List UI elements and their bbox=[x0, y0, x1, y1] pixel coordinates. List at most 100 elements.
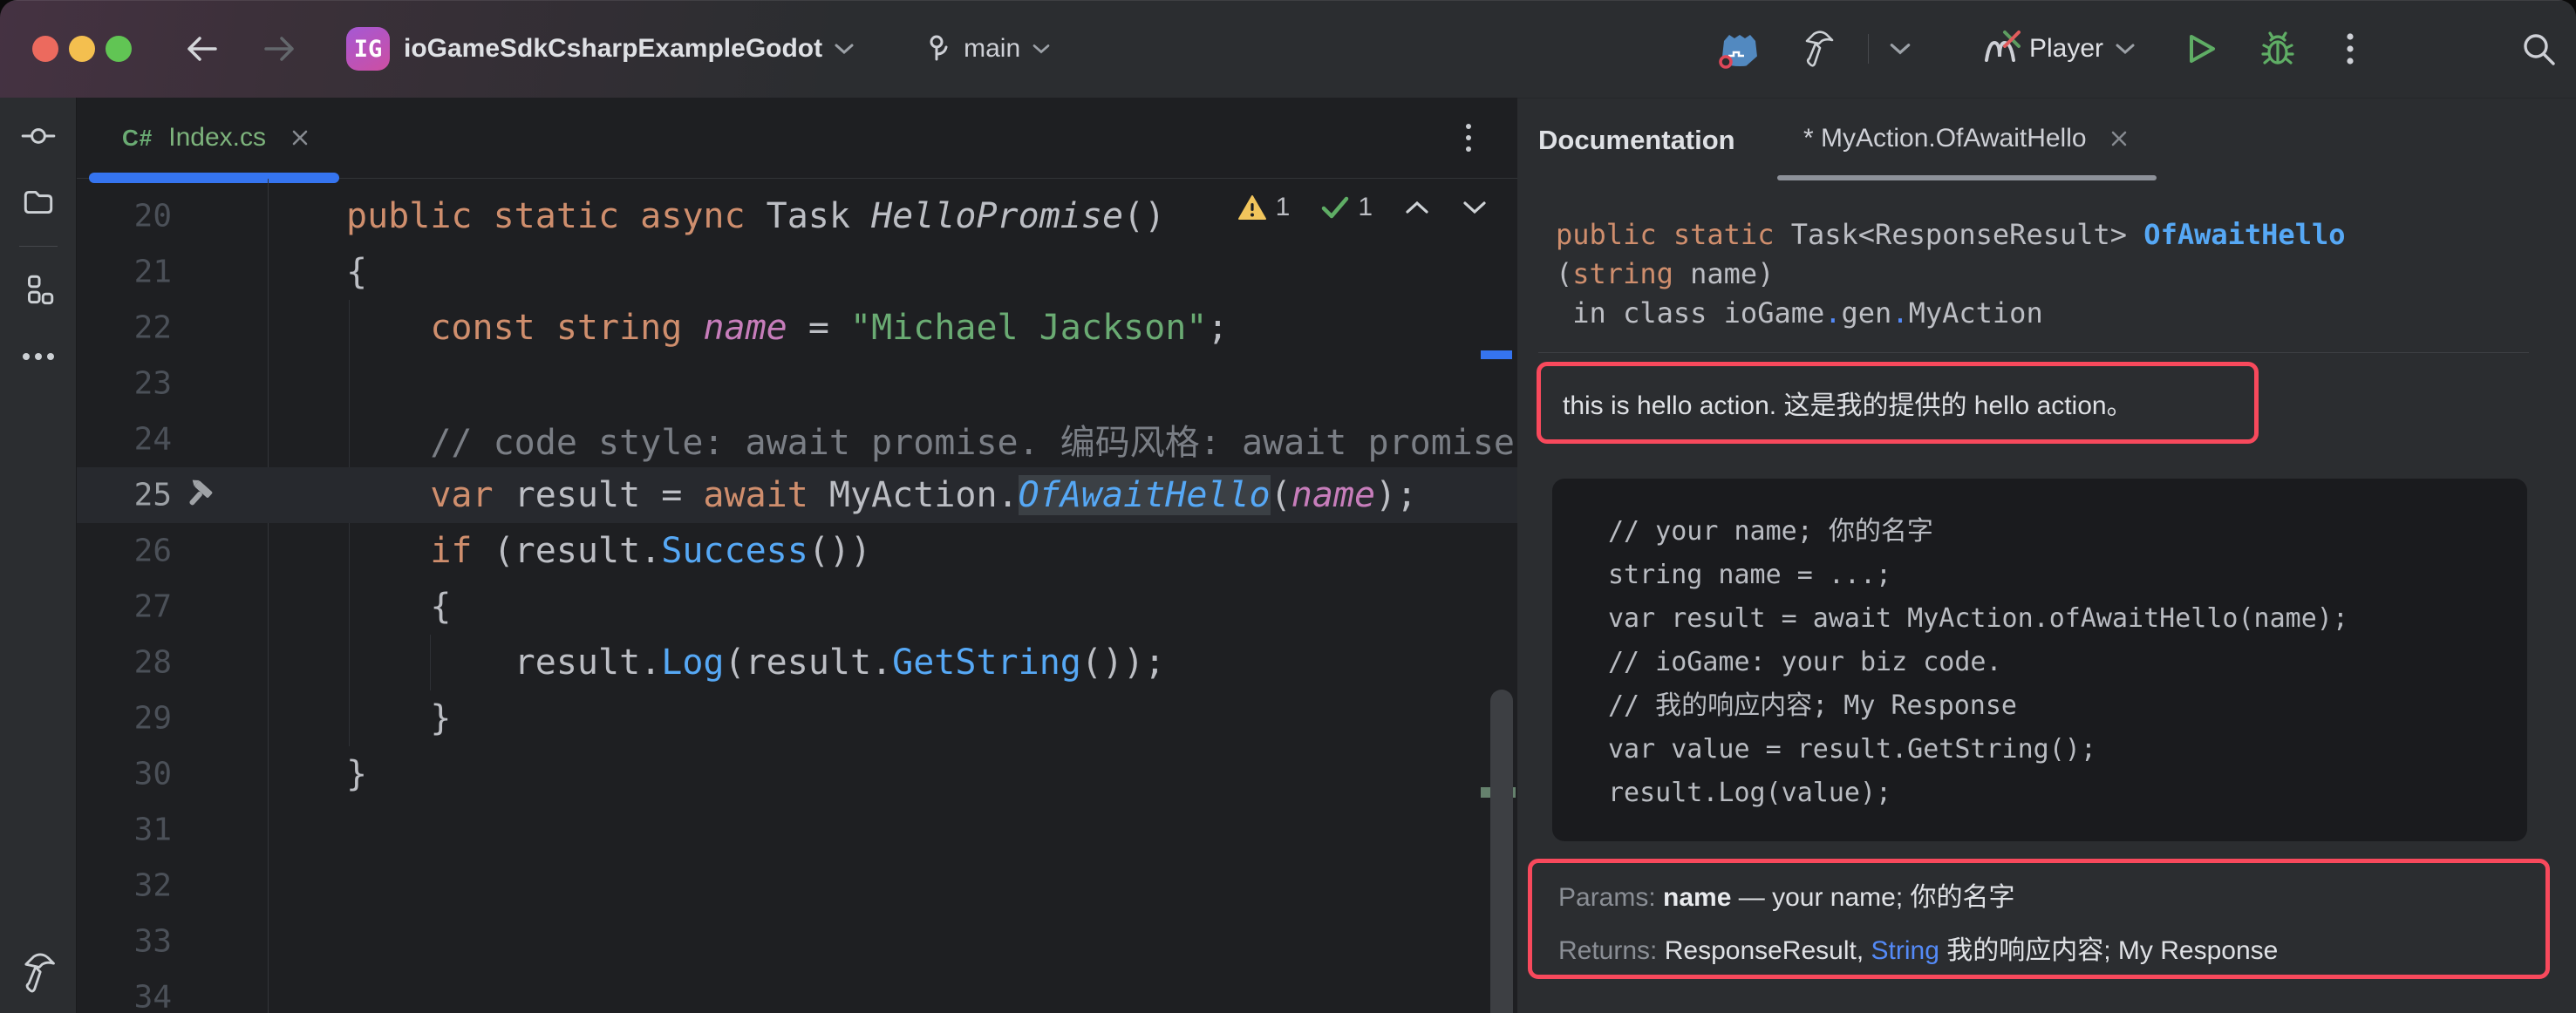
line-gutter: 34 bbox=[77, 969, 268, 1013]
line-number: 29 bbox=[134, 701, 172, 737]
code-token: string bbox=[1572, 257, 1673, 290]
code-token: (result. bbox=[724, 642, 892, 683]
doc-code-sample: // your name; 你的名字string name = ...; var … bbox=[1552, 479, 2527, 841]
search-everywhere-icon[interactable] bbox=[2520, 31, 2557, 67]
code-line[interactable]: 32 bbox=[77, 858, 1517, 914]
code-line[interactable]: 29 } bbox=[77, 690, 1517, 746]
code-text: } bbox=[268, 754, 367, 794]
more-actions-kebab-icon[interactable] bbox=[2346, 30, 2355, 68]
code-text: { bbox=[268, 587, 451, 627]
code-token: { bbox=[346, 587, 451, 627]
code-line[interactable]: 23 bbox=[77, 356, 1517, 411]
code-line[interactable]: 21 { bbox=[77, 244, 1517, 300]
back-button[interactable] bbox=[182, 33, 221, 65]
code-token: name) bbox=[1673, 257, 1775, 290]
project-chevron-down-icon[interactable] bbox=[833, 41, 855, 57]
line-number: 21 bbox=[134, 255, 172, 290]
project-icon[interactable]: IG bbox=[346, 27, 390, 71]
code-line[interactable]: 25 var result = await MyAction.OfAwaitHe… bbox=[77, 467, 1517, 523]
warning-count: 1 bbox=[1276, 193, 1291, 222]
code-line[interactable]: 28 result.Log(result.GetString()); bbox=[77, 635, 1517, 690]
vcs-widget[interactable]: main bbox=[925, 33, 1052, 65]
line-number: 24 bbox=[134, 422, 172, 458]
code-token: if bbox=[430, 531, 472, 571]
build-chevron-down-icon[interactable] bbox=[1888, 40, 1912, 58]
more-tools-ellipsis-icon bbox=[20, 351, 57, 362]
godot-engine-icon[interactable] bbox=[1716, 27, 1763, 71]
code-text: const string name = "Michael Jackson"; bbox=[268, 308, 1228, 348]
code-token: 我的响应内容; My Response bbox=[1939, 936, 2278, 965]
line-gutter: 32 bbox=[77, 858, 268, 914]
line-number: 30 bbox=[134, 757, 172, 792]
code-line[interactable]: 33 bbox=[77, 914, 1517, 969]
code-text: } bbox=[268, 698, 451, 738]
code-token: ; bbox=[1207, 308, 1228, 348]
project-icon-label: IG bbox=[354, 36, 383, 63]
code-line[interactable]: 30} bbox=[77, 746, 1517, 802]
minimize-window-button[interactable] bbox=[69, 36, 95, 62]
line-number: 22 bbox=[134, 310, 172, 346]
close-window-button[interactable] bbox=[32, 36, 58, 62]
code-token: // code style: await promise. 编码风格: awai… bbox=[430, 423, 1515, 463]
activity-bar-divider bbox=[19, 246, 58, 247]
run-button[interactable] bbox=[2185, 31, 2218, 66]
inspections-widget[interactable]: 1 1 bbox=[1237, 193, 1488, 222]
code-line[interactable]: 34 bbox=[77, 969, 1517, 1013]
debug-button[interactable] bbox=[2259, 30, 2297, 68]
sidebar-item-commit[interactable] bbox=[14, 112, 63, 160]
error-stripe-mark-blue[interactable] bbox=[1481, 350, 1512, 359]
sidebar-item-project[interactable] bbox=[14, 178, 63, 227]
next-problem-chevron-down-icon[interactable] bbox=[1462, 199, 1488, 216]
sidebar-item-build[interactable] bbox=[14, 948, 63, 997]
code-line[interactable]: 27 { bbox=[77, 579, 1517, 635]
build-hammer-icon[interactable] bbox=[1800, 30, 1837, 68]
doc-returns-line: Returns: ResponseResult, String 我的响应内容; … bbox=[1558, 931, 2545, 970]
code-token: "Michael Jackson" bbox=[850, 308, 1207, 348]
run-configuration-name[interactable]: Player bbox=[2029, 34, 2103, 64]
doc-tab-close-icon[interactable] bbox=[2108, 127, 2130, 150]
editor-area: C# Index.cs 20public static async Task H… bbox=[77, 98, 1517, 1013]
code-token: ( bbox=[1271, 475, 1291, 515]
tab-myaction-ofawaithello[interactable]: * MyAction.OfAwaitHello bbox=[1777, 99, 2157, 179]
run-configuration-chevron-down-icon[interactable] bbox=[2114, 41, 2136, 57]
doc-code-line: var value = result.GetString(); bbox=[1608, 728, 2527, 772]
line-number: 20 bbox=[134, 199, 172, 235]
code-token: () bbox=[1123, 196, 1165, 236]
doc-signature: public static Task<ResponseResult> OfAwa… bbox=[1556, 215, 2345, 333]
editor-options-kebab-icon[interactable] bbox=[1465, 122, 1472, 153]
code-line[interactable]: 26 if (result.Success()) bbox=[77, 523, 1517, 579]
sidebar-item-structure[interactable] bbox=[14, 266, 63, 315]
prev-problem-chevron-up-icon[interactable] bbox=[1404, 199, 1430, 216]
code-token: { bbox=[346, 252, 367, 292]
line-gutter: 27 bbox=[77, 579, 268, 635]
run-configuration-icon[interactable] bbox=[1980, 29, 2021, 69]
code-line[interactable]: 31 bbox=[77, 802, 1517, 858]
doc-params-highlight-box: Params: name — your name; 你的名字 Returns: … bbox=[1528, 859, 2550, 979]
zoom-window-button[interactable] bbox=[106, 36, 132, 62]
code-line[interactable]: 24 // code style: await promise. 编码风格: a… bbox=[77, 411, 1517, 467]
gutter-hammer-icon[interactable] bbox=[181, 478, 216, 513]
window-controls bbox=[32, 36, 132, 62]
project-name[interactable]: ioGameSdkCsharpExampleGodot bbox=[404, 34, 822, 64]
tab-close-icon[interactable] bbox=[289, 126, 311, 149]
code-text: var result = await MyAction.OfAwaitHello… bbox=[268, 475, 1417, 515]
code-token: OfAwaitHello bbox=[2143, 218, 2345, 251]
warning-icon bbox=[1237, 194, 1267, 221]
line-gutter: 31 bbox=[77, 802, 268, 858]
doc-tab-label: * MyAction.OfAwaitHello bbox=[1803, 124, 2087, 153]
code-line[interactable]: 22 const string name = "Michael Jackson"… bbox=[77, 300, 1517, 356]
editor-scrollbar[interactable] bbox=[1490, 690, 1513, 1013]
code-token: HelloPromise bbox=[871, 196, 1123, 236]
doc-code-line: // your name; 你的名字 bbox=[1608, 510, 2527, 554]
passed-count: 1 bbox=[1358, 193, 1373, 222]
forward-button[interactable] bbox=[261, 33, 299, 65]
code-token: Task<ResponseResult> bbox=[1791, 218, 2144, 251]
doc-signature-line: (string name) bbox=[1556, 255, 2345, 294]
tab-file-name: Index.cs bbox=[168, 123, 266, 153]
sidebar-item-more-tools[interactable] bbox=[14, 332, 63, 381]
code-editor[interactable]: 20public static async Task HelloPromise(… bbox=[77, 179, 1517, 1013]
tab-index-cs[interactable]: C# Index.cs bbox=[87, 98, 341, 178]
doc-code-line: string name = ...; bbox=[1608, 554, 2527, 597]
doc-signature-line: public static Task<ResponseResult> OfAwa… bbox=[1556, 215, 2345, 255]
panel-title[interactable]: Documentation bbox=[1538, 125, 1735, 156]
